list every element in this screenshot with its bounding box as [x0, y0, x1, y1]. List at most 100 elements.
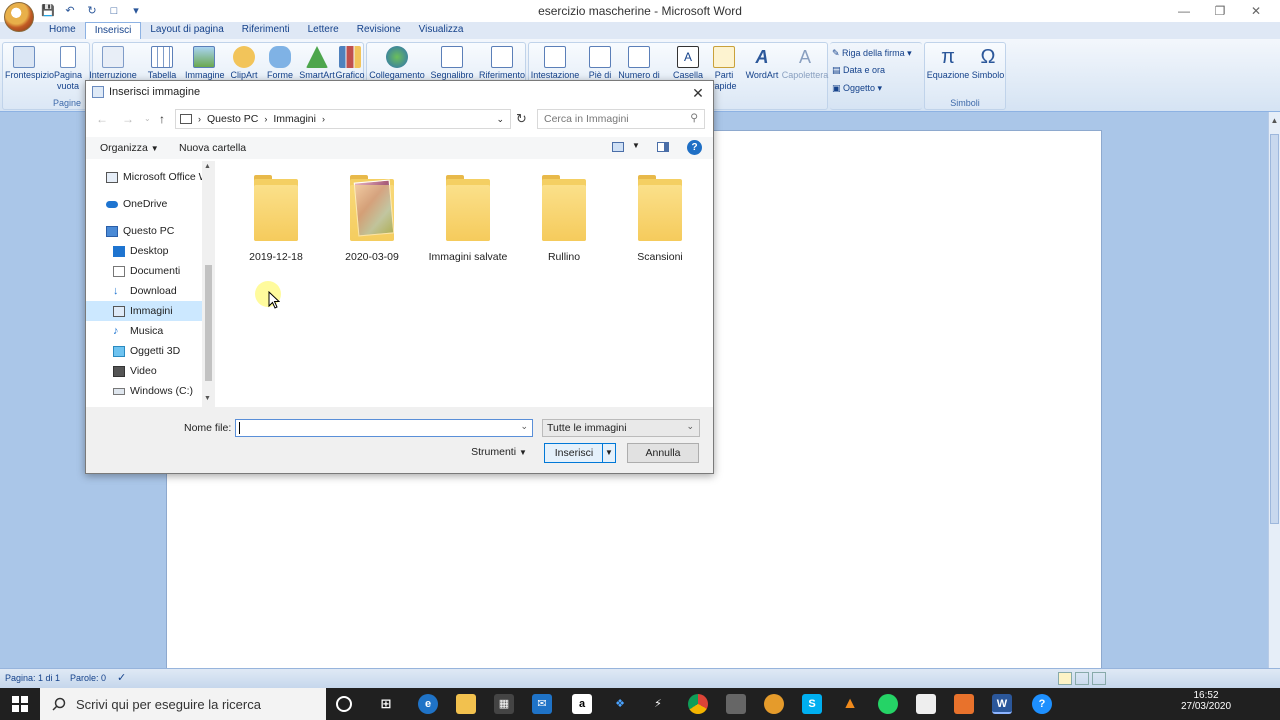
proofing-icon[interactable]: ✓ — [117, 671, 126, 684]
casella-testo-button[interactable]: A Casella — [669, 46, 707, 81]
folder-tile[interactable]: 2020-03-09 — [327, 175, 417, 263]
nav-scroll-thumb[interactable] — [205, 265, 212, 381]
pie-di-pagina-button[interactable]: Piè di — [581, 46, 619, 81]
nav-onedrive[interactable]: OneDrive — [106, 198, 167, 210]
riferimento-button[interactable]: Riferimento — [477, 46, 527, 81]
filetype-select[interactable]: Tutte le immagini ⌄ — [542, 419, 700, 437]
grafico-button[interactable]: Grafico — [331, 46, 369, 81]
cancel-button[interactable]: Annulla — [627, 443, 699, 463]
clock[interactable]: 16:52 27/03/2020 — [1176, 690, 1236, 712]
page-count[interactable]: Pagina: 1 di 1 — [5, 673, 60, 683]
pagina-vuota-button[interactable]: Pagina vuota — [53, 46, 83, 92]
tabella-button[interactable]: Tabella — [143, 46, 181, 81]
immagine-button[interactable]: Immagine — [185, 46, 225, 81]
filename-input[interactable]: ⌄ — [235, 419, 533, 437]
equazione-button[interactable]: π Equazione — [925, 46, 971, 81]
minimize-button[interactable]: — — [1166, 0, 1202, 22]
simbolo-button[interactable]: Ω Simbolo — [969, 46, 1007, 81]
nav-documenti[interactable]: Documenti — [113, 265, 180, 277]
skype-icon[interactable]: S — [802, 694, 822, 714]
store-icon[interactable]: ▦ — [494, 694, 514, 714]
vlc-icon[interactable]: ▲ — [840, 694, 860, 714]
oggetto-button[interactable]: ▣ Oggetto ▾ — [832, 83, 882, 94]
nav-musica[interactable]: ♪ Musica — [113, 325, 163, 337]
print-layout-icon[interactable] — [1058, 672, 1072, 685]
search-input[interactable]: Cerca in Immagini ⚲ — [537, 109, 705, 129]
chrome-icon[interactable] — [688, 694, 708, 714]
nav-video[interactable]: Video — [113, 365, 157, 377]
segnalibro-button[interactable]: Segnalibro — [429, 46, 475, 81]
dropbox-icon[interactable]: ❖ — [610, 694, 630, 714]
breadcrumb-immagini[interactable]: Immagini — [273, 113, 316, 125]
data-ora-button[interactable]: ▤ Data e ora — [832, 65, 885, 76]
tab-inserisci[interactable]: Inserisci — [84, 22, 142, 39]
numero-pagina-button[interactable]: Numero di — [617, 46, 661, 81]
tools-button[interactable]: Strumenti ▼ — [464, 443, 534, 463]
nav-scroll-up-icon[interactable]: ▲ — [204, 163, 211, 170]
app-usb-icon[interactable] — [726, 694, 746, 714]
recent-locations-icon[interactable]: ⌄ — [144, 114, 151, 123]
nav-desktop[interactable]: Desktop — [113, 245, 169, 257]
nav-oggetti-3d[interactable]: Oggetti 3D — [113, 345, 180, 357]
address-dropdown-icon[interactable]: ⌄ — [496, 114, 504, 125]
collegamento-button[interactable]: Collegamento — [369, 46, 425, 81]
vertical-scrollbar[interactable]: ▲ — [1268, 112, 1280, 668]
tab-layout[interactable]: Layout di pagina — [141, 22, 232, 39]
capolettera-button[interactable]: A Capolettera — [781, 46, 829, 81]
address-box[interactable]: › Questo PC › Immagini › ⌄ — [175, 109, 511, 129]
nav-windows-c[interactable]: Windows (C:) — [113, 385, 193, 397]
recorder-icon[interactable] — [954, 694, 974, 714]
close-window-button[interactable]: ✕ — [1238, 0, 1274, 22]
fullscreen-reading-icon[interactable] — [1075, 672, 1089, 685]
wordart-button[interactable]: A WordArt — [741, 46, 783, 81]
view-options-icon[interactable] — [612, 142, 624, 152]
nav-questo-pc[interactable]: Questo PC — [106, 225, 174, 237]
scroll-up-icon[interactable]: ▲ — [1270, 116, 1279, 125]
web-layout-icon[interactable] — [1092, 672, 1106, 685]
task-view-icon[interactable]: ⊞ — [376, 694, 396, 714]
folder-tile[interactable]: Scansioni — [615, 175, 705, 263]
app-circle-icon[interactable] — [764, 694, 784, 714]
up-arrow-icon[interactable]: ↑ — [159, 112, 165, 126]
nav-scrollbar[interactable]: ▲ ▼ — [202, 161, 215, 407]
intestazione-button[interactable]: Intestazione — [529, 46, 581, 81]
folder-tile[interactable]: Immagini salvate — [423, 175, 513, 263]
edge-icon[interactable]: e — [418, 694, 438, 714]
document-app-icon[interactable] — [916, 694, 936, 714]
word-count[interactable]: Parole: 0 — [70, 673, 106, 683]
back-arrow-icon[interactable]: ← — [96, 112, 108, 126]
nav-immagini[interactable]: Immagini — [86, 301, 202, 321]
help-tray-icon[interactable]: ? — [1032, 694, 1052, 714]
nav-microsoft-office[interactable]: Microsoft Office W — [106, 171, 209, 183]
tab-visualizza[interactable]: Visualizza — [410, 22, 473, 39]
interruzione-button[interactable]: Interruzione — [89, 46, 137, 81]
frontespizio-button[interactable]: Frontespizio — [5, 46, 54, 81]
restore-button[interactable]: ❐ — [1202, 0, 1238, 22]
folder-tile[interactable]: 2019-12-18 — [231, 175, 321, 263]
insert-dropdown-icon[interactable]: ▼ — [602, 444, 615, 462]
forward-arrow-icon[interactable]: → — [122, 112, 134, 126]
whatsapp-icon[interactable] — [878, 694, 898, 714]
dialog-close-button[interactable]: ✕ — [689, 83, 707, 103]
nav-scroll-down-icon[interactable]: ▼ — [204, 395, 211, 402]
tab-riferimenti[interactable]: Riferimenti — [233, 22, 299, 39]
taskbar-search[interactable]: Scrivi qui per eseguire la ricerca — [40, 688, 326, 720]
mail-icon[interactable]: ✉ — [532, 694, 552, 714]
amazon-icon[interactable]: a — [572, 694, 592, 714]
file-explorer-icon[interactable] — [456, 694, 476, 714]
help-icon[interactable]: ? — [687, 140, 702, 155]
refresh-icon[interactable]: ↻ — [516, 111, 527, 127]
breadcrumb-questo-pc[interactable]: Questo PC — [207, 113, 258, 125]
filename-dropdown-icon[interactable]: ⌄ — [520, 421, 528, 432]
new-folder-button[interactable]: Nuova cartella — [179, 142, 246, 154]
cortana-icon[interactable] — [336, 696, 352, 712]
start-button[interactable] — [0, 688, 40, 720]
tab-home[interactable]: Home — [40, 22, 85, 39]
view-dropdown-icon[interactable]: ▼ — [632, 141, 640, 150]
tab-revisione[interactable]: Revisione — [348, 22, 410, 39]
folder-tile[interactable]: Rullino — [519, 175, 609, 263]
word-taskbar-icon[interactable]: W — [992, 694, 1012, 714]
organize-button[interactable]: Organizza ▼ — [100, 142, 159, 154]
clipart-button[interactable]: ClipArt — [225, 46, 263, 81]
tab-lettere[interactable]: Lettere — [299, 22, 348, 39]
